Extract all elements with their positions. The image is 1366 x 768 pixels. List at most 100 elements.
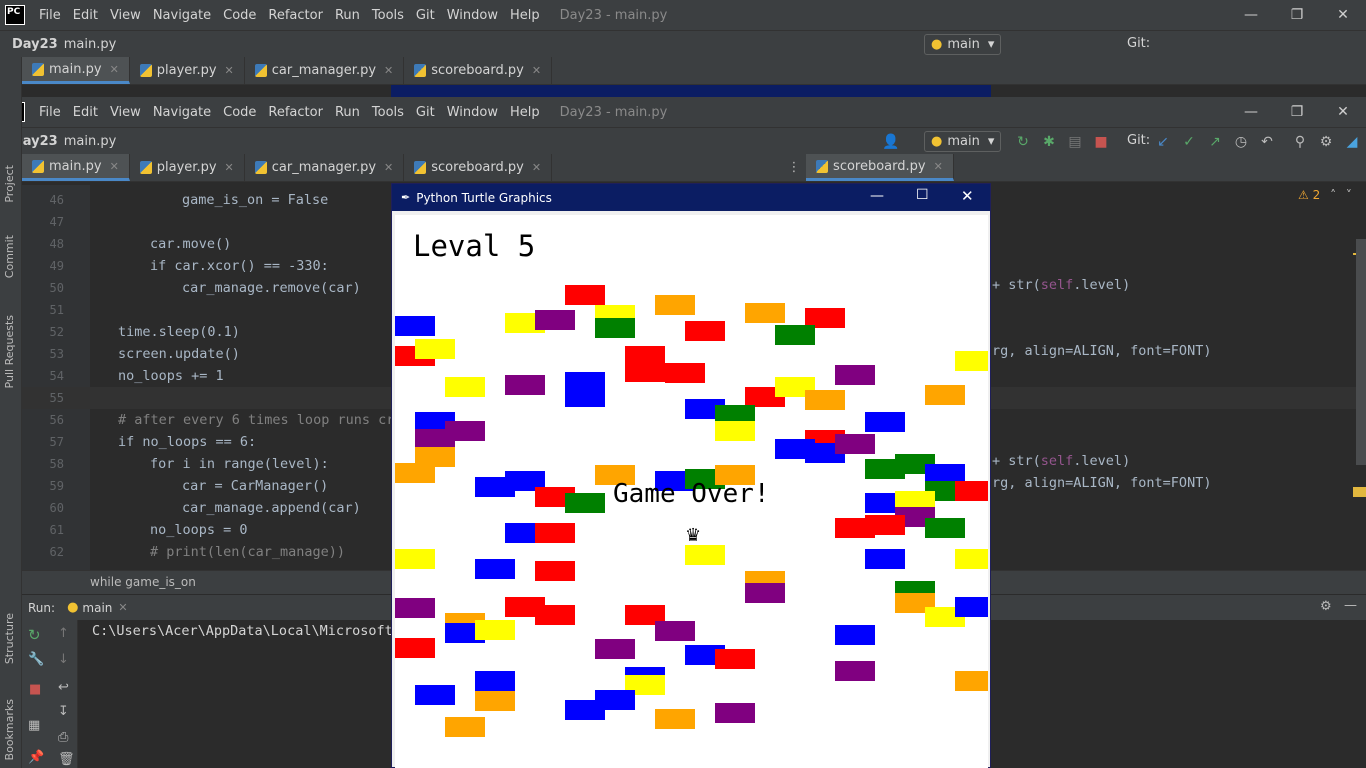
debug-icon[interactable]: ✱ — [1038, 128, 1060, 155]
scroll-to-end-icon[interactable]: ↧ — [58, 704, 69, 719]
menu-refactor[interactable]: Refactor — [262, 105, 329, 120]
turtle-titlebar[interactable]: ✒ Python Turtle Graphics — ☐ ✕ — [392, 184, 990, 211]
menu-run[interactable]: Run — [329, 8, 366, 23]
maximize-icon[interactable]: ☐ — [916, 187, 929, 203]
minimize-icon[interactable]: — — [1228, 0, 1274, 30]
menu-navigate[interactable]: Navigate — [147, 8, 217, 23]
close-tab-icon[interactable]: ✕ — [110, 63, 119, 76]
menu-code[interactable]: Code — [217, 8, 262, 23]
restore-icon[interactable]: ❐ — [1274, 97, 1320, 127]
tab-car-manager[interactable]: car_manager.py ✕ — [245, 57, 405, 84]
editor-scrollbar[interactable] — [1356, 239, 1366, 465]
close-tab-icon[interactable]: ✕ — [532, 161, 541, 174]
tool-pull-requests[interactable]: Pull Requests — [3, 315, 16, 388]
git-commit-icon[interactable]: ✓ — [1178, 128, 1200, 155]
close-icon[interactable]: ✕ — [1320, 0, 1366, 30]
git-push-icon[interactable]: ↗ — [1204, 128, 1226, 155]
line-number: 47 — [49, 215, 64, 229]
menu-navigate[interactable]: Navigate — [147, 105, 217, 120]
game-over-label: Game Over! — [613, 479, 770, 509]
rerun-icon[interactable]: ↻ — [1012, 128, 1034, 155]
breadcrumb-file[interactable]: main.py — [64, 37, 117, 52]
breadcrumb-project[interactable]: Day23 — [12, 37, 58, 52]
pin-icon[interactable]: 📌 — [28, 750, 44, 765]
chevron-down-icon[interactable]: ˅ — [1346, 188, 1352, 202]
menu-file[interactable]: File — [33, 8, 67, 23]
minimize-icon[interactable]: — — [870, 188, 884, 204]
stop-icon[interactable]: ■ — [1090, 128, 1112, 155]
gear-icon[interactable]: ⚙ — [1320, 599, 1332, 614]
menu-edit[interactable]: Edit — [67, 105, 104, 120]
coverage-icon[interactable]: ▤ — [1064, 128, 1086, 155]
code-context[interactable]: while game_is_on — [90, 575, 196, 589]
tool-project[interactable]: Project — [3, 165, 16, 203]
tool-structure[interactable]: Structure — [3, 613, 16, 664]
close-tab-icon[interactable]: ✕ — [110, 160, 119, 173]
menu-git[interactable]: Git — [410, 105, 441, 120]
menu-git[interactable]: Git — [410, 8, 441, 23]
tool-commit[interactable]: Commit — [3, 235, 16, 278]
tab-player[interactable]: player.py ✕ — [130, 154, 245, 181]
history-icon[interactable]: ◷ — [1230, 128, 1252, 155]
wrench-icon[interactable]: 🔧 — [28, 652, 44, 667]
tab-menu-icon[interactable]: ⋮ — [788, 154, 801, 181]
menu-refactor[interactable]: Refactor — [262, 8, 329, 23]
menu-view[interactable]: View — [104, 8, 147, 23]
tool-bookmarks[interactable]: Bookmarks — [3, 699, 16, 760]
print-icon[interactable]: ⎙ — [58, 730, 68, 745]
menu-file[interactable]: File — [33, 105, 67, 120]
restore-icon[interactable]: ❐ — [1274, 0, 1320, 30]
menu-help[interactable]: Help — [504, 8, 546, 23]
run-config-select[interactable]: ● main ▾ — [924, 34, 1002, 55]
menu-tools[interactable]: Tools — [366, 105, 410, 120]
close-tab-icon[interactable]: ✕ — [384, 161, 393, 174]
line-number: 52 — [49, 325, 64, 339]
rerun-icon[interactable]: ↻ — [28, 626, 41, 644]
warning-indicator[interactable]: ⚠ 2 ˄ ˅ — [1298, 188, 1352, 202]
tab-scoreboard[interactable]: scoreboard.py ✕ — [404, 57, 553, 84]
user-icon[interactable]: 👤 — [880, 128, 902, 155]
search-icon[interactable]: ⚲ — [1289, 128, 1311, 155]
run-config-select[interactable]: ● main ▾ — [924, 131, 1002, 152]
close-icon[interactable]: ✕ — [961, 187, 974, 205]
menu-run[interactable]: Run — [329, 105, 366, 120]
menu-edit[interactable]: Edit — [67, 8, 104, 23]
close-icon[interactable]: ✕ — [1320, 97, 1366, 127]
tab-main[interactable]: main.py ✕ — [22, 154, 130, 181]
menu-help[interactable]: Help — [504, 105, 546, 120]
turtle-canvas[interactable]: ♛ Game Over! Leval 5 — [395, 215, 988, 768]
tab-player[interactable]: player.py ✕ — [130, 57, 245, 84]
trash-icon[interactable]: 🗑 — [58, 752, 75, 767]
layout-icon[interactable]: ▦ — [28, 718, 40, 733]
rollback-icon[interactable]: ↶ — [1256, 128, 1278, 155]
run-tab-main[interactable]: main — [82, 601, 112, 615]
pycharm-toolbox-icon[interactable]: ◢ — [1341, 128, 1363, 155]
minimize-icon[interactable]: — — [1228, 97, 1274, 127]
stop-icon[interactable]: ■ — [29, 682, 41, 697]
tab-scoreboard[interactable]: scoreboard.py ✕ — [404, 154, 553, 181]
menu-view[interactable]: View — [104, 105, 147, 120]
code-text: .level) — [1073, 453, 1131, 469]
tab-main[interactable]: main.py ✕ — [22, 57, 130, 84]
tab-scoreboard-right[interactable]: scoreboard.py ✕ — [806, 154, 954, 181]
close-tab-icon[interactable]: ✕ — [384, 64, 393, 77]
tab-car-manager[interactable]: car_manager.py ✕ — [245, 154, 405, 181]
git-update-icon[interactable]: ↙ — [1152, 128, 1174, 155]
car — [445, 421, 485, 441]
up-arrow-icon[interactable]: ↑ — [58, 626, 69, 641]
close-tab-icon[interactable]: ✕ — [225, 161, 234, 174]
menu-window[interactable]: Window — [441, 8, 504, 23]
chevron-up-icon[interactable]: ˄ — [1330, 188, 1336, 202]
soft-wrap-icon[interactable]: ↩ — [58, 680, 69, 695]
close-tab-icon[interactable]: ✕ — [225, 64, 234, 77]
gear-icon[interactable]: ⚙ — [1315, 128, 1337, 155]
menu-tools[interactable]: Tools — [366, 8, 410, 23]
minimize-panel-icon[interactable]: — — [1344, 598, 1357, 613]
close-tab-icon[interactable]: ✕ — [532, 64, 541, 77]
menu-code[interactable]: Code — [217, 105, 262, 120]
down-arrow-icon[interactable]: ↓ — [58, 652, 69, 667]
menu-window[interactable]: Window — [441, 105, 504, 120]
close-tab-icon[interactable]: ✕ — [118, 601, 127, 614]
breadcrumb-file[interactable]: main.py — [64, 134, 117, 149]
close-tab-icon[interactable]: ✕ — [934, 160, 943, 173]
